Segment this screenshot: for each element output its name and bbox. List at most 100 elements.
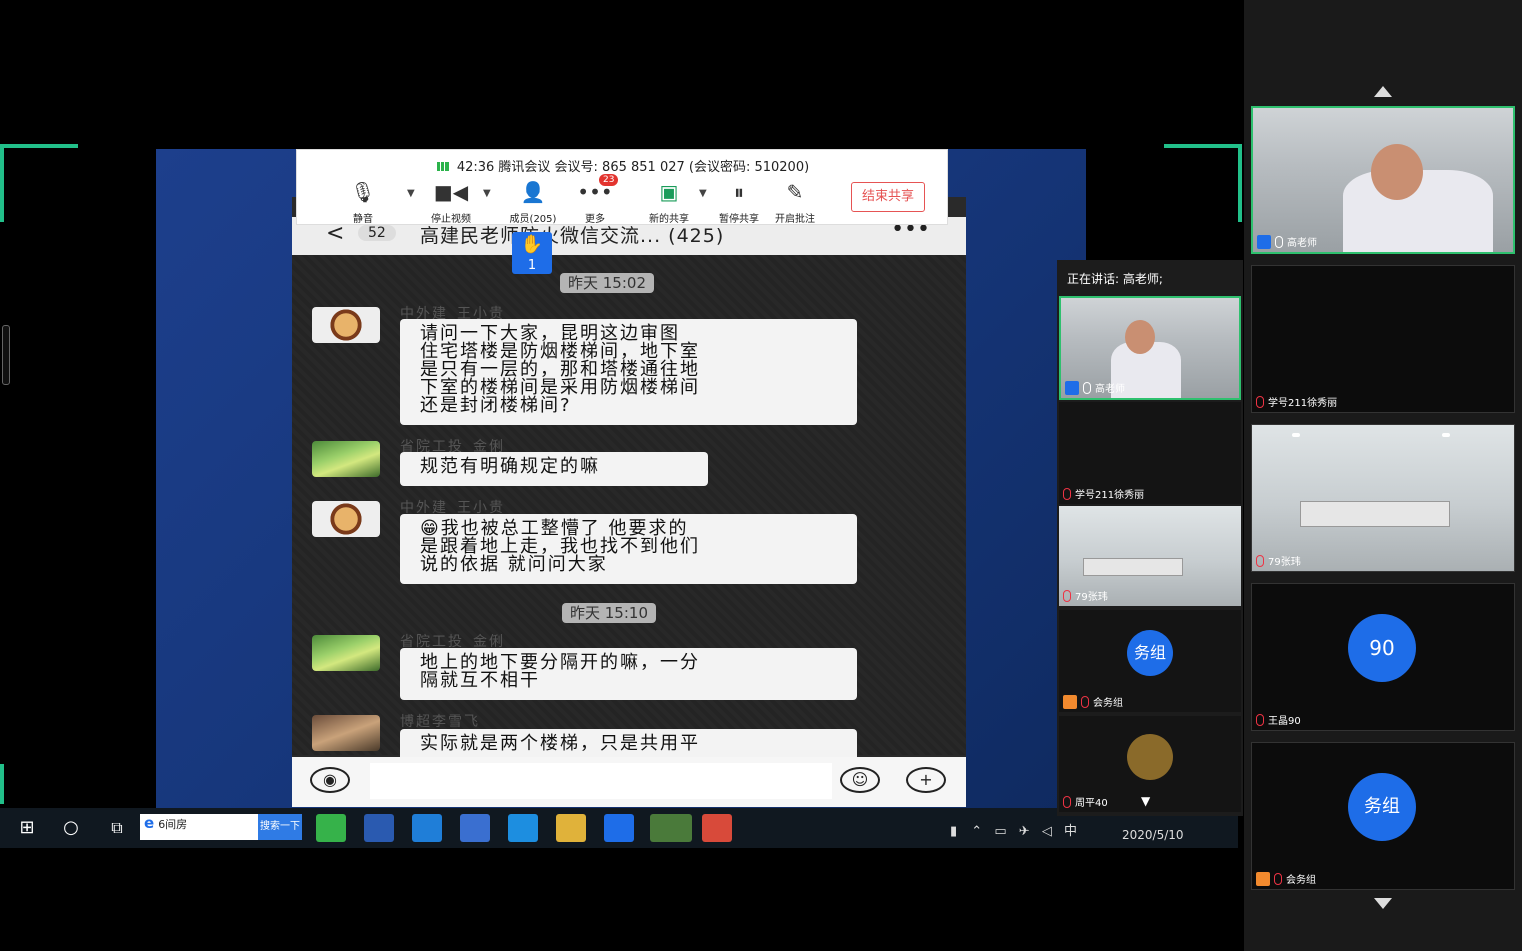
hand-icon: ✋: [520, 234, 544, 255]
network-icon[interactable]: ▭: [994, 824, 1006, 839]
share-frame-corner: [0, 144, 78, 222]
plus-icon[interactable]: +: [906, 767, 946, 793]
message-bubble[interactable]: 请问一下大家，昆明这边审图 住宅塔楼是防烟楼梯间，地下室 是只有一层的，那和塔楼…: [400, 319, 857, 425]
participant-name: 周平40: [1075, 798, 1108, 809]
cortana-icon[interactable]: ○: [56, 814, 86, 842]
windows-start-icon[interactable]: ⊞: [12, 814, 42, 842]
avatar[interactable]: [312, 715, 380, 751]
chevron-down-icon[interactable]: ▼: [407, 188, 415, 199]
microphone-icon: [1275, 235, 1283, 248]
wechat-icon[interactable]: [650, 814, 692, 842]
participant-name: 学号211徐秀丽: [1075, 490, 1145, 501]
name-tag: 79张玮: [1063, 588, 1108, 603]
store-icon[interactable]: [460, 814, 490, 842]
video-tile[interactable]: 79张玮: [1059, 506, 1241, 606]
more-label: 更多: [585, 214, 605, 225]
emoji-icon[interactable]: ☺: [840, 767, 880, 793]
share-frame-corner: [0, 764, 6, 804]
windows-taskbar: ⊞ ○ ⧉ e 6间房 搜索一下 ▮ ⌃ ▭ ✈ ◁ 中 2020/5/10: [0, 808, 1238, 848]
members-label: 成员(205): [509, 214, 557, 225]
video-tile[interactable]: 务组 会务组: [1251, 742, 1515, 890]
video-tile[interactable]: 务组 会务组: [1059, 610, 1241, 712]
camera-icon: ■◀: [433, 180, 469, 204]
tencent-meeting-icon[interactable]: [604, 814, 634, 842]
end-share-button[interactable]: 结束共享: [851, 182, 925, 212]
chevron-down-icon[interactable]: ▼: [483, 188, 491, 199]
meeting-info: 42:36 腾讯会议 会议号: 865 851 027 (会议密码: 51020…: [297, 156, 949, 175]
participant-name: 会务组: [1286, 875, 1316, 886]
battery-icon[interactable]: ▮: [950, 824, 957, 839]
video-tile[interactable]: 79张玮: [1251, 424, 1515, 572]
avatar[interactable]: [312, 501, 380, 537]
name-tag: 学号211徐秀丽: [1256, 394, 1337, 409]
video-tile[interactable]: 高老师: [1251, 106, 1515, 254]
volume-icon[interactable]: ◁: [1042, 824, 1052, 839]
participant-face: [1125, 320, 1155, 354]
scroll-up-icon[interactable]: [1374, 86, 1392, 97]
video-tile[interactable]: 90 王晶90: [1251, 583, 1515, 731]
members-button[interactable]: 👤 成员(205): [501, 180, 565, 225]
new-share-button[interactable]: ▣ 新的共享: [637, 180, 701, 225]
airplane-icon[interactable]: ✈: [1019, 824, 1030, 839]
raise-hand-indicator[interactable]: ✋ 1: [512, 232, 552, 274]
video-tile[interactable]: 学号211徐秀丽: [1059, 402, 1241, 504]
message-bubble[interactable]: 地上的地下要分隔开的嘛，一分 隔就互不相干: [400, 648, 857, 700]
meeting-window: < 52 高建民老师防火微信交流... (425) ••• 昨天 15:02 中…: [0, 0, 1522, 951]
pause-share-button[interactable]: ⏸ 暂停共享: [707, 180, 771, 225]
name-tag: 学号211徐秀丽: [1063, 486, 1144, 501]
speaking-indicator: 正在讲话: 高老师;: [1067, 272, 1163, 286]
microphone-icon: 🎙: [350, 180, 376, 204]
participant-name: 高老师: [1095, 384, 1125, 395]
ceiling-light: [1442, 433, 1450, 437]
voice-icon[interactable]: ◉: [310, 767, 350, 793]
speaker-strip: 正在讲话: 高老师; 高老师 学号211徐秀丽 79张玮 务组 会务组 周平40…: [1057, 260, 1243, 816]
muted-microphone-icon: [1063, 487, 1071, 500]
chevron-down-icon[interactable]: ▼: [699, 188, 707, 199]
file-explorer-icon[interactable]: [556, 814, 586, 842]
mute-label: 静音: [353, 214, 373, 225]
video-tile[interactable]: 学号211徐秀丽: [1251, 265, 1515, 413]
input-language[interactable]: 中: [1064, 824, 1077, 839]
stop-video-label: 停止视频: [431, 214, 471, 225]
scroll-down-icon[interactable]: [1374, 898, 1392, 909]
stop-video-button[interactable]: ■◀ 停止视频: [419, 180, 483, 225]
avatar[interactable]: [312, 441, 380, 477]
video-tile[interactable]: 周平40 ▼: [1059, 716, 1241, 812]
side-drag-handle[interactable]: [2, 325, 10, 385]
participant-name: 79张玮: [1075, 592, 1108, 603]
members-icon: 👤: [520, 180, 546, 204]
participant-sidebar: 高老师 学号211徐秀丽 79张玮 90 王晶90 务组 会务组: [1244, 0, 1522, 951]
search-text: 6间房: [158, 818, 188, 831]
search-button[interactable]: 搜索一下: [258, 814, 302, 840]
muted-microphone-icon: [1256, 554, 1264, 567]
taskbar-search[interactable]: e 6间房 搜索一下: [140, 814, 302, 840]
ie-icon: e: [144, 814, 155, 832]
name-tag: 王晶90: [1256, 712, 1301, 727]
annotate-button[interactable]: ✎ 开启批注: [763, 180, 827, 225]
mail-icon[interactable]: [508, 814, 538, 842]
name-tag: 会务组: [1063, 694, 1123, 709]
muted-microphone-icon: [1256, 395, 1264, 408]
powerpoint-icon[interactable]: [702, 814, 732, 842]
avatar[interactable]: [312, 307, 380, 343]
browser-icon[interactable]: [316, 814, 346, 842]
message-bubble[interactable]: 😁我也被总工整懵了 他要求的 是跟着地上走，我也找不到他们 说的依据 就问问大家: [400, 514, 857, 584]
avatar[interactable]: [312, 635, 380, 671]
muted-microphone-icon: [1081, 695, 1089, 708]
message-input[interactable]: [370, 763, 832, 799]
participant-name: 王晶90: [1268, 716, 1301, 727]
scroll-down-icon[interactable]: ▼: [1141, 794, 1150, 808]
chevron-up-icon[interactable]: ⌃: [971, 824, 982, 839]
task-view-icon[interactable]: ⧉: [102, 814, 132, 842]
message-bubble[interactable]: 规范有明确规定的嘛: [400, 452, 708, 486]
phone-chat-window: < 52 高建民老师防火微信交流... (425) ••• 昨天 15:02 中…: [292, 197, 966, 807]
mute-button[interactable]: 🎙 静音: [331, 180, 395, 225]
edge-icon[interactable]: [412, 814, 442, 842]
share-toolbar: 42:36 腾讯会议 会议号: 865 851 027 (会议密码: 51020…: [296, 149, 948, 225]
word-icon[interactable]: [364, 814, 394, 842]
video-tile[interactable]: 高老师: [1059, 296, 1241, 400]
meeting-info-text: 42:36 腾讯会议 会议号: 865 851 027 (会议密码: 51020…: [456, 160, 810, 175]
timestamp: 昨天 15:02: [560, 273, 654, 293]
avatar: 务组: [1127, 630, 1173, 676]
more-button[interactable]: ••• 23 更多: [563, 174, 627, 225]
